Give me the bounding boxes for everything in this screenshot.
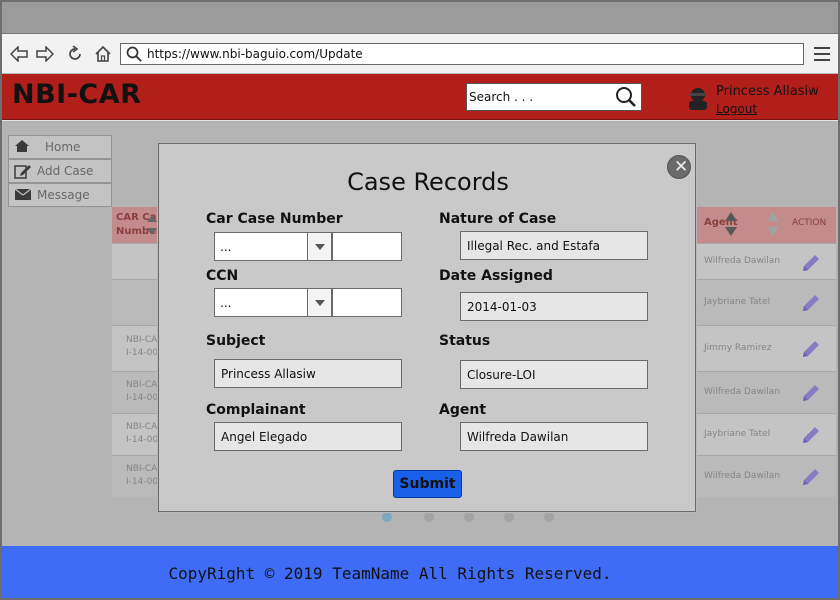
label-subject: Subject (206, 333, 266, 349)
label-status: Status (439, 333, 491, 349)
home-icon[interactable] (92, 44, 114, 64)
label-date-assigned: Date Assigned (439, 268, 553, 284)
url-text: https://www.nbi-baguio.com/Update (147, 47, 363, 61)
site-header: NBI-CAR Princess Allasiw Logout (2, 74, 838, 120)
label-complainant: Complainant (206, 402, 306, 418)
user-name: Princess Allasiw (716, 84, 819, 99)
car-case-number-input[interactable] (332, 232, 402, 261)
back-arrow-icon[interactable] (8, 44, 30, 64)
site-logo[interactable]: NBI-CAR (12, 79, 141, 110)
logout-link[interactable]: Logout (716, 102, 757, 116)
user-avatar-icon (686, 86, 710, 115)
ccn-select[interactable]: ... (214, 288, 332, 317)
browser-window: https://www.nbi-baguio.com/Update NBI-CA… (0, 0, 840, 600)
chevron-down-icon[interactable] (307, 289, 331, 316)
select-value: ... (220, 296, 232, 310)
close-icon: ✕ (674, 157, 689, 177)
close-button[interactable]: ✕ (667, 155, 691, 179)
ccn-input[interactable] (332, 288, 402, 317)
reload-icon[interactable] (64, 44, 86, 64)
copyright-text: CopyRight © 2019 TeamName All Rights Res… (168, 564, 612, 583)
date-assigned-field[interactable]: 2014-01-03 (460, 292, 648, 321)
window-titlebar (2, 2, 838, 34)
status-field[interactable]: Closure-LOI (460, 360, 648, 389)
select-value: ... (220, 240, 232, 254)
address-bar[interactable]: https://www.nbi-baguio.com/Update (120, 43, 804, 65)
label-car-case-number: Car Case Number (206, 211, 343, 227)
chevron-down-icon[interactable] (307, 233, 331, 260)
site-footer: CopyRight © 2019 TeamName All Rights Res… (2, 546, 838, 598)
subject-field[interactable]: Princess Allasiw (214, 359, 402, 388)
search-input[interactable] (469, 88, 609, 106)
submit-button[interactable]: Submit (393, 470, 462, 498)
modal-title: Case Records (347, 168, 509, 196)
forward-arrow-icon[interactable] (34, 44, 56, 64)
case-records-modal: Case Records ✕ Car Case Number ... CCN .… (158, 143, 696, 512)
label-agent: Agent (439, 402, 487, 418)
nature-of-case-field[interactable]: Illegal Rec. and Estafa (460, 231, 648, 260)
hamburger-menu-icon[interactable] (814, 47, 830, 61)
search-icon (126, 46, 142, 67)
car-case-number-select[interactable]: ... (214, 232, 332, 261)
search-icon[interactable] (615, 86, 637, 113)
complainant-field[interactable]: Angel Elegado (214, 422, 402, 451)
label-ccn: CCN (206, 268, 239, 284)
label-nature-of-case: Nature of Case (439, 211, 557, 227)
agent-field[interactable]: Wilfreda Dawilan (460, 422, 648, 451)
search-box (466, 83, 642, 111)
browser-toolbar: https://www.nbi-baguio.com/Update (2, 34, 838, 74)
